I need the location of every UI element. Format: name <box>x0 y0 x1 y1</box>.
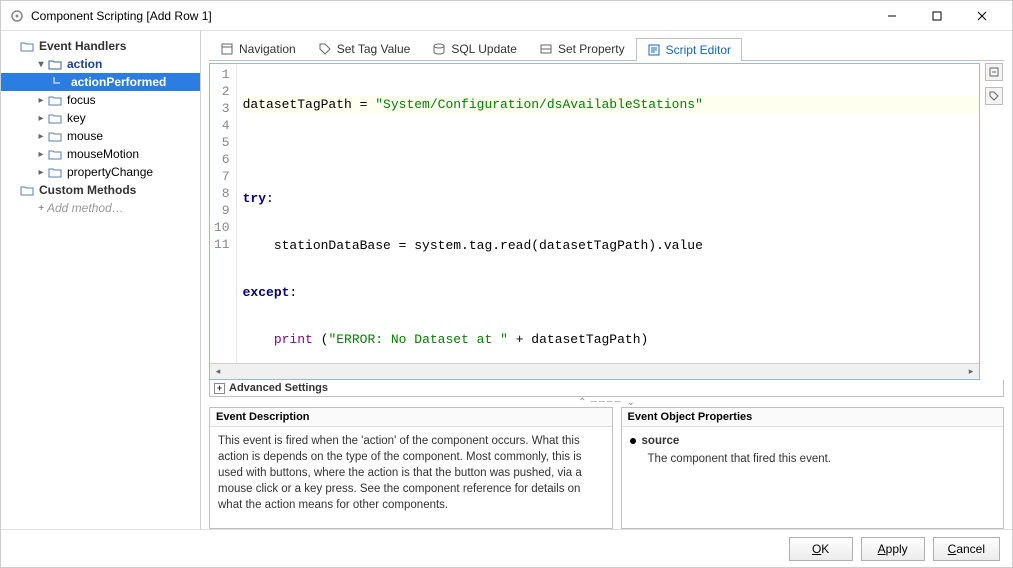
folder-icon <box>47 129 63 143</box>
tree-label: focus <box>67 93 96 107</box>
ok-button[interactable]: OK <box>789 537 853 561</box>
property-icon <box>539 42 553 56</box>
tag-icon <box>318 42 332 56</box>
advanced-settings-toggle[interactable]: + Advanced Settings <box>209 380 1004 397</box>
tag-tool-button[interactable] <box>985 87 1003 105</box>
tree-twisty-icon[interactable]: ▸ <box>35 131 47 142</box>
cancel-button[interactable]: Cancel <box>933 537 1000 561</box>
tree-line-icon <box>51 75 67 89</box>
tree-action[interactable]: ▾ action <box>1 55 200 73</box>
tab-sql-update[interactable]: SQL Update <box>421 37 528 60</box>
tree-label: Event Handlers <box>39 39 126 53</box>
folder-icon <box>47 93 63 107</box>
tree-action-performed[interactable]: actionPerformed <box>1 73 200 91</box>
folder-icon <box>47 111 63 125</box>
tab-script-editor[interactable]: Script Editor <box>636 38 742 61</box>
close-button[interactable] <box>959 1 1004 31</box>
tab-set-tag-value[interactable]: Set Tag Value <box>307 37 422 60</box>
tab-label: Set Tag Value <box>337 42 411 56</box>
tree-event-handlers[interactable]: Event Handlers <box>1 37 200 55</box>
apply-button[interactable]: Apply <box>861 537 925 561</box>
folder-icon <box>47 165 63 179</box>
scroll-right-icon[interactable]: ▸ <box>963 365 979 379</box>
tree-add-method[interactable]: + Add method… <box>1 199 200 217</box>
tab-bar: Navigation Set Tag Value SQL Update Set … <box>209 37 1004 61</box>
tree-key[interactable]: ▸ key <box>1 109 200 127</box>
tree-label: key <box>67 111 86 125</box>
tree-label: propertyChange <box>67 165 153 179</box>
property-description: The component that fired this event. <box>648 451 995 467</box>
code-area[interactable]: datasetTagPath = "System/Configuration/d… <box>237 64 979 363</box>
bullet-icon <box>630 438 636 444</box>
plus-icon: + <box>35 203 47 214</box>
tree-label: Custom Methods <box>39 183 136 197</box>
tree-twisty-icon[interactable]: ▸ <box>35 149 47 160</box>
tab-label: SQL Update <box>451 42 517 56</box>
tab-label: Set Property <box>558 42 625 56</box>
database-icon <box>432 42 446 56</box>
code-editor[interactable]: 1234567891011 datasetTagPath = "System/C… <box>209 63 980 380</box>
tab-label: Script Editor <box>666 43 731 57</box>
tree-mouse[interactable]: ▸ mouse <box>1 127 200 145</box>
tree-focus[interactable]: ▸ focus <box>1 91 200 109</box>
titlebar: Component Scripting [Add Row 1] <box>1 1 1012 31</box>
tab-set-property[interactable]: Set Property <box>528 37 636 60</box>
line-gutter: 1234567891011 <box>210 64 237 363</box>
tree-label: Add method… <box>47 201 124 215</box>
tab-label: Navigation <box>239 42 296 56</box>
tree-twisty-icon[interactable]: ▾ <box>35 59 47 70</box>
event-object-properties-panel: Event Object Properties source The compo… <box>621 407 1004 529</box>
event-description-panel: Event Description This event is fired wh… <box>209 407 613 529</box>
folder-icon <box>47 57 63 71</box>
tree-twisty-icon[interactable]: ▸ <box>35 113 47 124</box>
tree-twisty-icon[interactable]: ▸ <box>35 95 47 106</box>
panel-body: This event is fired when the 'action' of… <box>210 427 612 528</box>
horizontal-scrollbar[interactable]: ◂ ▸ <box>210 363 979 379</box>
minimize-button[interactable] <box>869 1 914 31</box>
panel-header: Event Object Properties <box>622 408 1003 427</box>
window-icon <box>220 42 234 56</box>
tree-label: actionPerformed <box>71 75 166 89</box>
event-tree[interactable]: Event Handlers ▾ action actionPerformed … <box>1 31 201 529</box>
editor-side-toolbar <box>980 63 1004 380</box>
tree-propertychange[interactable]: ▸ propertyChange <box>1 163 200 181</box>
property-item[interactable]: source <box>630 433 995 449</box>
scroll-left-icon[interactable]: ◂ <box>210 365 226 379</box>
tree-label: mouseMotion <box>67 147 139 161</box>
tab-navigation[interactable]: Navigation <box>209 37 307 60</box>
script-icon <box>647 43 661 57</box>
splitter-handle[interactable]: ⌃┈┈┈┈⌄ <box>209 397 1004 407</box>
tree-twisty-icon[interactable]: ▸ <box>35 167 47 178</box>
tree-label: action <box>67 57 102 71</box>
app-icon <box>9 8 25 24</box>
advanced-label: Advanced Settings <box>229 382 328 394</box>
expand-tool-button[interactable] <box>985 63 1003 81</box>
property-name: source <box>642 433 680 449</box>
panel-header: Event Description <box>210 408 612 427</box>
window-title: Component Scripting [Add Row 1] <box>31 9 869 23</box>
plus-icon: + <box>214 383 225 394</box>
folder-icon <box>19 183 35 197</box>
tree-mousemotion[interactable]: ▸ mouseMotion <box>1 145 200 163</box>
tree-custom-methods[interactable]: Custom Methods <box>1 181 200 199</box>
folder-icon <box>19 39 35 53</box>
maximize-button[interactable] <box>914 1 959 31</box>
folder-icon <box>47 147 63 161</box>
tree-label: mouse <box>67 129 103 143</box>
dialog-footer: OK Apply Cancel <box>1 529 1012 567</box>
